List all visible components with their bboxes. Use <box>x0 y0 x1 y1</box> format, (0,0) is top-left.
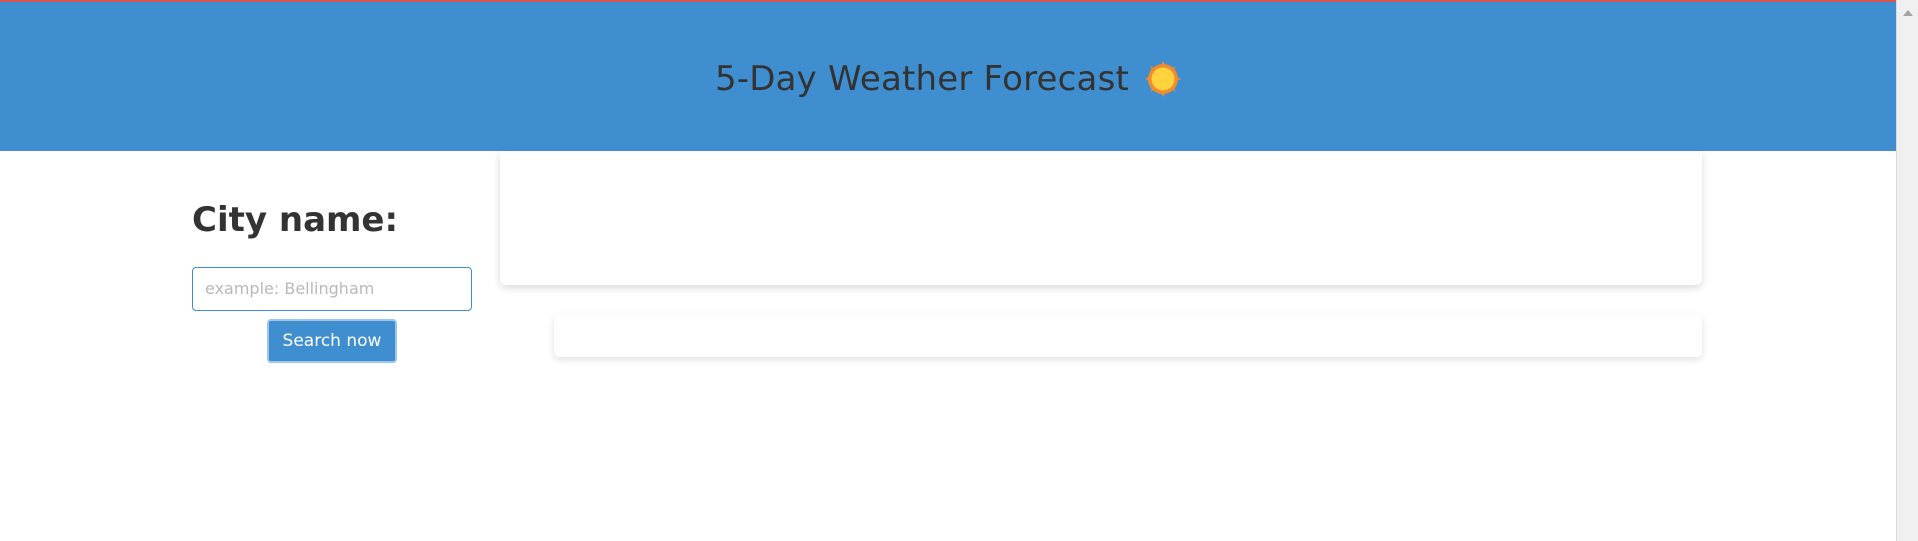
forecast-card <box>554 314 1702 357</box>
page-header: 5-Day Weather Forecast <box>0 2 1896 151</box>
search-now-button[interactable]: Search now <box>267 318 397 363</box>
scroll-up-arrow-icon[interactable] <box>1903 10 1913 16</box>
city-name-label: City name: <box>192 200 399 240</box>
current-weather-card <box>500 151 1702 285</box>
city-search-input[interactable] <box>192 266 472 311</box>
search-panel: City name: Search now <box>192 200 472 363</box>
sun-icon <box>1145 60 1182 97</box>
vertical-scrollbar[interactable] <box>1896 0 1918 541</box>
page-title: 5-Day Weather Forecast <box>714 58 1130 99</box>
